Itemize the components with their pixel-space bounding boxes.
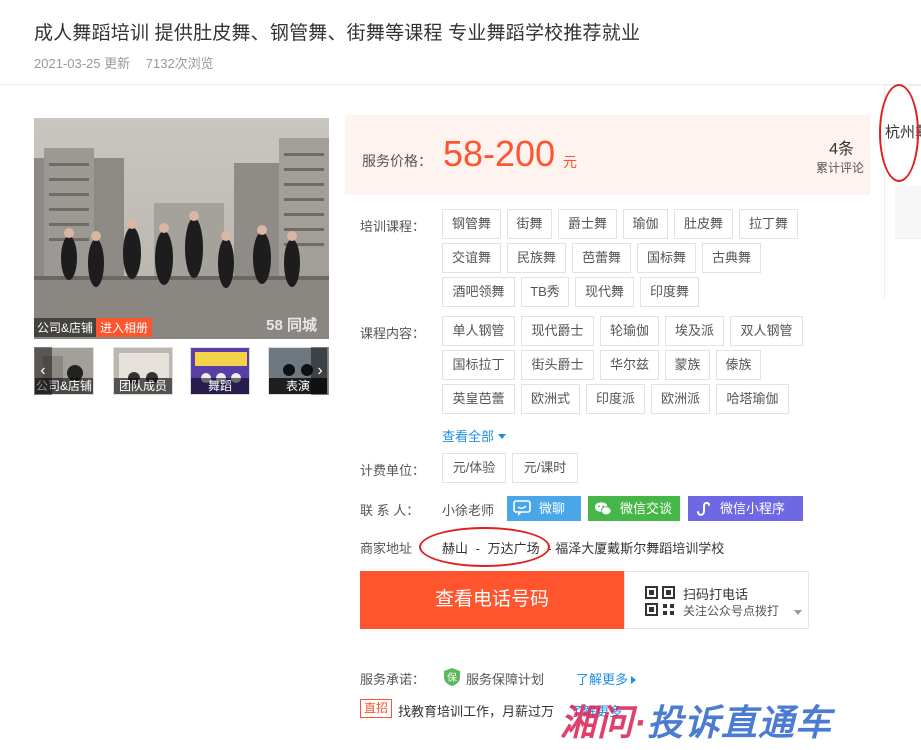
- billing-label: 计费单位：: [360, 463, 426, 478]
- wechat-talk-button[interactable]: 微信交谈: [588, 496, 680, 521]
- content-tag[interactable]: 双人钢管: [730, 316, 803, 346]
- price-label: 服务价格：: [362, 153, 432, 169]
- update-date: 2021-03-25 更新: [34, 56, 131, 71]
- qr-code-icon: [645, 586, 675, 616]
- promise-label: 服务承诺：: [360, 672, 426, 687]
- address-detail: - 福泽大厦戴斯尔舞蹈培训学校: [547, 541, 725, 556]
- content-tag[interactable]: 单人钢管: [442, 316, 515, 346]
- job-text[interactable]: 找教育培训工作，月薪过万: [398, 701, 554, 720]
- photo-category-label: 公司&店铺: [34, 318, 97, 337]
- post-meta: 2021-03-25 更新 7132次浏览: [34, 53, 226, 72]
- thumbnail[interactable]: 团队成员: [113, 347, 173, 395]
- billing-tag[interactable]: 元/体验: [442, 453, 506, 483]
- annotation-circle: [419, 527, 550, 567]
- qr-call-box[interactable]: 扫码打电话 关注公众号点拨打: [624, 571, 809, 629]
- wechat-icon: [594, 502, 612, 516]
- mini-program-icon: [697, 501, 710, 516]
- view-all-link[interactable]: 查看全部: [442, 426, 507, 445]
- dancers-photo: [34, 118, 329, 339]
- course-tag[interactable]: 印度舞: [640, 277, 699, 307]
- qr-title: 扫码打电话: [683, 587, 749, 602]
- album-link[interactable]: 进入相册: [96, 318, 153, 337]
- chat-bubble-icon: [513, 500, 531, 516]
- photo-watermark: 58 同城: [266, 317, 317, 334]
- shield-icon: 保: [444, 668, 460, 686]
- course-tag[interactable]: 肚皮舞: [674, 209, 733, 239]
- course-tag[interactable]: 拉丁舞: [739, 209, 798, 239]
- content-tag[interactable]: 英皇芭蕾: [442, 384, 515, 414]
- content-tag[interactable]: 轮瑜伽: [600, 316, 659, 346]
- view-count: 7132次浏览: [145, 56, 214, 71]
- content-tag[interactable]: 哈塔瑜伽: [716, 384, 789, 414]
- view-all-label: 查看全部: [442, 429, 495, 444]
- page-header: 成人舞蹈培训 提供肚皮舞、钢管舞、街舞等课程 专业舞蹈学校推荐就业 2021-0…: [0, 0, 921, 85]
- content-tag[interactable]: 欧洲派: [651, 384, 710, 414]
- content-tag[interactable]: 蒙族: [665, 350, 710, 380]
- content-tag[interactable]: 印度派: [586, 384, 645, 414]
- training-label: 培训课程：: [360, 219, 426, 234]
- chevron-down-icon: [498, 434, 507, 439]
- chat-button-label: 微聊: [539, 501, 566, 516]
- review-count[interactable]: 4条: [829, 135, 854, 159]
- course-tag[interactable]: 古典舞: [702, 243, 761, 273]
- content-tag[interactable]: 欧洲式: [521, 384, 580, 414]
- price-box: 服务价格： 58-200 元 4条 累计评论: [345, 115, 870, 195]
- caret-down-icon: [794, 610, 802, 615]
- course-tag[interactable]: 民族舞: [507, 243, 566, 273]
- contact-label: 联 系 人：: [360, 503, 420, 518]
- address-label: 商家地址: [360, 541, 413, 556]
- content-tag[interactable]: 埃及派: [665, 316, 724, 346]
- course-tag[interactable]: 街舞: [507, 209, 552, 239]
- content-tag[interactable]: 华尔兹: [600, 350, 659, 380]
- price-unit: 元: [563, 154, 577, 170]
- promise-learn-more-label: 了解更多: [576, 672, 629, 687]
- chat-button[interactable]: 微聊: [507, 496, 581, 521]
- mini-program-label: 微信小程序: [720, 501, 786, 516]
- main-photo[interactable]: 公司&店铺 进入相册 58 同城: [34, 118, 329, 339]
- thumbnail-next-arrow[interactable]: ›: [311, 347, 329, 395]
- thumbnail-strip: 公司&店铺 团队成员 舞蹈 表演 ‹ ›: [34, 347, 329, 397]
- course-tag[interactable]: 芭蕾舞: [572, 243, 631, 273]
- content-tag[interactable]: 国标拉丁: [442, 350, 515, 380]
- course-tag[interactable]: 国标舞: [637, 243, 696, 273]
- price-value: 58-200: [443, 133, 556, 174]
- wechat-talk-label: 微信交谈: [620, 501, 673, 516]
- content-label: 课程内容：: [360, 326, 426, 341]
- thumbnail-label: 团队成员: [114, 378, 172, 394]
- promise-learn-more[interactable]: 了解更多: [576, 669, 637, 688]
- promise-plan: 服务保障计划: [466, 672, 545, 687]
- thumbnail-prev-arrow[interactable]: ‹: [34, 347, 52, 395]
- annotation-circle: [879, 84, 919, 182]
- chevron-right-icon: [631, 676, 637, 684]
- site-watermark: 湘问·投诉直通车: [560, 694, 832, 746]
- content-tag[interactable]: 街头爵士: [521, 350, 594, 380]
- course-tag[interactable]: TB秀: [521, 277, 569, 307]
- job-badge: 直招: [360, 699, 393, 718]
- billing-tag[interactable]: 元/课时: [512, 453, 578, 483]
- content-tag[interactable]: 傣族: [716, 350, 761, 380]
- contact-name: 小徐老师: [442, 503, 495, 518]
- thumbnail-label: 舞蹈: [191, 378, 249, 394]
- mini-program-button[interactable]: 微信小程序: [688, 496, 803, 521]
- content-tag[interactable]: 现代爵士: [521, 316, 594, 346]
- course-tag[interactable]: 瑜伽: [623, 209, 668, 239]
- course-tag[interactable]: 钢管舞: [442, 209, 501, 239]
- course-tag[interactable]: 现代舞: [575, 277, 634, 307]
- course-tag[interactable]: 酒吧领舞: [442, 277, 515, 307]
- course-tag[interactable]: 爵士舞: [558, 209, 617, 239]
- review-label: 累计评论: [815, 161, 864, 175]
- watermark-part2: 投诉直通车: [647, 702, 833, 743]
- page-title: 成人舞蹈培训 提供肚皮舞、钢管舞、街舞等课程 专业舞蹈学校推荐就业: [34, 23, 641, 44]
- watermark-part1: 湘问·: [560, 702, 647, 743]
- course-tag[interactable]: 交谊舞: [442, 243, 501, 273]
- shield-icon-label: 保: [447, 671, 457, 684]
- view-phone-button[interactable]: 查看电话号码: [360, 571, 624, 629]
- qr-subtitle: 关注公众号点拨打: [683, 604, 780, 618]
- thumbnail[interactable]: 舞蹈: [190, 347, 250, 395]
